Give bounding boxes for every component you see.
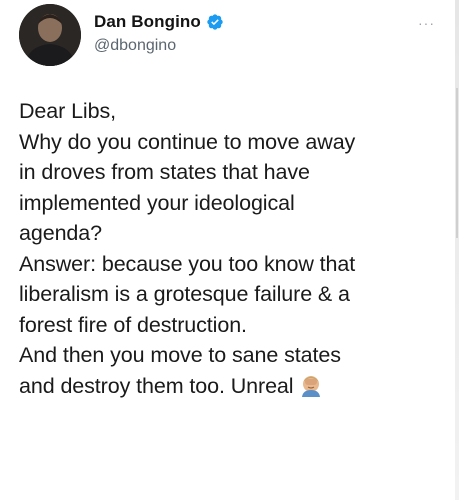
tweet-line: in droves from states that have bbox=[19, 160, 310, 184]
tweet-line: forest fire of destruction. bbox=[19, 312, 247, 337]
tweet-line: liberalism is a grotesque failure & a bbox=[19, 282, 350, 306]
tweet-line: Answer: because you too know that bbox=[19, 251, 356, 276]
ellipsis-icon[interactable]: ··· bbox=[418, 16, 435, 30]
tweet-card: Dan Bongino @dbongino ··· Dear Libs, Why… bbox=[0, 0, 459, 500]
tweet-text: Dear Libs, Why do you continue to move a… bbox=[19, 96, 439, 401]
scrollbar-thumb[interactable] bbox=[456, 88, 458, 238]
tweet-line: and destroy them too. Unreal bbox=[19, 373, 294, 398]
scrollbar-track[interactable] bbox=[455, 0, 459, 500]
avatar[interactable] bbox=[19, 4, 81, 66]
tweet-line: And then you move to sane states bbox=[19, 343, 341, 367]
tweet-line: agenda? bbox=[19, 221, 103, 245]
tweet-line: Dear Libs, bbox=[19, 99, 116, 123]
author-name-row: Dan Bongino bbox=[94, 12, 224, 32]
author-display-name[interactable]: Dan Bongino bbox=[94, 12, 201, 32]
tweet-line: Why do you continue to move away bbox=[19, 129, 356, 154]
man-facepalming-emoji-icon bbox=[299, 373, 323, 397]
profile-photo-icon bbox=[19, 4, 81, 66]
tweet-line: implemented your ideological bbox=[19, 190, 295, 215]
verified-badge-icon bbox=[206, 13, 224, 31]
tweet-last-line: and destroy them too. Unreal bbox=[19, 371, 439, 402]
author-handle[interactable]: @dbongino bbox=[94, 37, 176, 55]
